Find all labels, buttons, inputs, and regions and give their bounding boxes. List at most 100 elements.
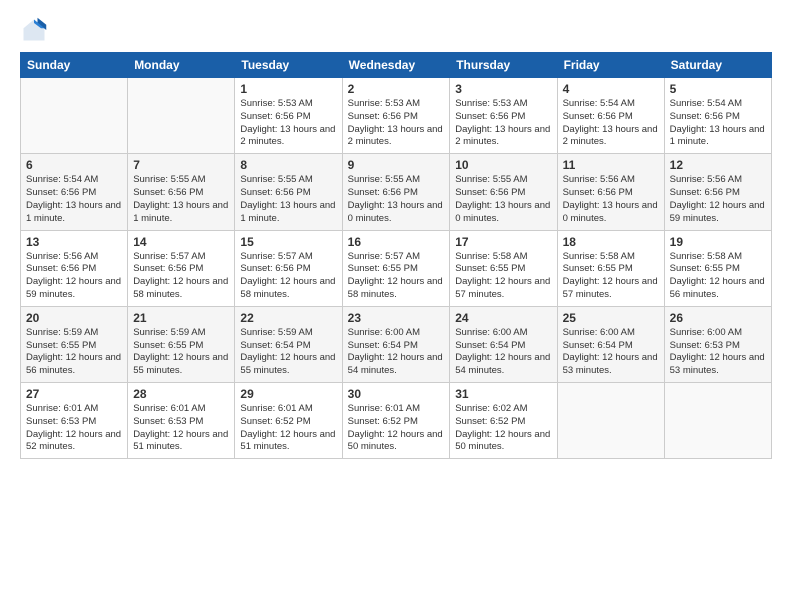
logo bbox=[20, 16, 52, 44]
day-info: Sunrise: 5:55 AMSunset: 6:56 PMDaylight:… bbox=[240, 174, 336, 225]
calendar-day-cell: 23Sunrise: 6:00 AMSunset: 6:54 PMDayligh… bbox=[342, 306, 450, 382]
calendar-day-cell: 19Sunrise: 5:58 AMSunset: 6:55 PMDayligh… bbox=[664, 230, 771, 306]
day-number: 16 bbox=[348, 235, 445, 249]
weekday-header: Wednesday bbox=[342, 53, 450, 78]
day-info: Sunrise: 5:54 AMSunset: 6:56 PMDaylight:… bbox=[26, 174, 122, 225]
calendar-day-cell: 6 Sunrise: 5:54 AMSunset: 6:56 PMDaylight… bbox=[21, 154, 128, 230]
day-number: 26 bbox=[670, 311, 766, 325]
day-info: Sunrise: 5:55 AMSunset: 6:56 PMDaylight:… bbox=[455, 174, 551, 225]
day-number: 21 bbox=[133, 311, 229, 325]
day-info: Sunrise: 6:01 AMSunset: 6:53 PMDaylight:… bbox=[133, 403, 229, 454]
day-info: Sunrise: 5:54 AMSunset: 6:56 PMDaylight:… bbox=[563, 98, 659, 149]
day-number: 29 bbox=[240, 387, 336, 401]
day-number: 10 bbox=[455, 158, 551, 172]
day-number: 13 bbox=[26, 235, 122, 249]
header bbox=[20, 16, 772, 44]
calendar-day-cell: 29 Sunrise: 6:01 AMSunset: 6:52 PMDayligh… bbox=[235, 383, 342, 459]
calendar-day-cell: 15 Sunrise: 5:57 AMSunset: 6:56 PMDayligh… bbox=[235, 230, 342, 306]
logo-icon bbox=[20, 16, 48, 44]
calendar-table: SundayMondayTuesdayWednesdayThursdayFrid… bbox=[20, 52, 772, 459]
day-number: 31 bbox=[455, 387, 551, 401]
calendar-day-cell: 5 Sunrise: 5:54 AMSunset: 6:56 PMDaylight… bbox=[664, 78, 771, 154]
weekday-header: Monday bbox=[128, 53, 235, 78]
calendar-day-cell: 25 Sunrise: 6:00 AMSunset: 6:54 PMDayligh… bbox=[557, 306, 664, 382]
calendar-week-row: 20Sunrise: 5:59 AMSunset: 6:55 PMDayligh… bbox=[21, 306, 772, 382]
day-number: 25 bbox=[563, 311, 659, 325]
calendar-day-cell: 10 Sunrise: 5:55 AMSunset: 6:56 PMDayligh… bbox=[450, 154, 557, 230]
calendar-week-row: 6 Sunrise: 5:54 AMSunset: 6:56 PMDaylight… bbox=[21, 154, 772, 230]
day-number: 6 bbox=[26, 158, 122, 172]
day-info: Sunrise: 6:01 AMSunset: 6:52 PMDaylight:… bbox=[348, 403, 445, 454]
calendar-day-cell: 1 Sunrise: 5:53 AMSunset: 6:56 PMDaylight… bbox=[235, 78, 342, 154]
calendar-day-cell: 27 Sunrise: 6:01 AMSunset: 6:53 PMDayligh… bbox=[21, 383, 128, 459]
day-info: Sunrise: 5:58 AMSunset: 6:55 PMDaylight:… bbox=[670, 251, 766, 302]
day-number: 2 bbox=[348, 82, 445, 96]
day-number: 3 bbox=[455, 82, 551, 96]
calendar-day-cell: 30 Sunrise: 6:01 AMSunset: 6:52 PMDayligh… bbox=[342, 383, 450, 459]
day-number: 22 bbox=[240, 311, 336, 325]
calendar-day-cell: 16 Sunrise: 5:57 AMSunset: 6:55 PMDayligh… bbox=[342, 230, 450, 306]
calendar-day-cell: 11 Sunrise: 5:56 AMSunset: 6:56 PMDayligh… bbox=[557, 154, 664, 230]
day-number: 18 bbox=[563, 235, 659, 249]
calendar-day-cell bbox=[664, 383, 771, 459]
calendar-day-cell: 8 Sunrise: 5:55 AMSunset: 6:56 PMDaylight… bbox=[235, 154, 342, 230]
calendar-day-cell: 26 Sunrise: 6:00 AMSunset: 6:53 PMDayligh… bbox=[664, 306, 771, 382]
day-info: Sunrise: 5:57 AMSunset: 6:56 PMDaylight:… bbox=[240, 251, 336, 302]
calendar-day-cell: 4 Sunrise: 5:54 AMSunset: 6:56 PMDaylight… bbox=[557, 78, 664, 154]
day-info: Sunrise: 5:57 AMSunset: 6:56 PMDaylight:… bbox=[133, 251, 229, 302]
weekday-header: Friday bbox=[557, 53, 664, 78]
day-info: Sunrise: 6:00 AMSunset: 6:54 PMDaylight:… bbox=[455, 327, 551, 378]
day-info: Sunrise: 5:54 AMSunset: 6:56 PMDaylight:… bbox=[670, 98, 766, 149]
day-number: 1 bbox=[240, 82, 336, 96]
calendar-day-cell: 17 Sunrise: 5:58 AMSunset: 6:55 PMDayligh… bbox=[450, 230, 557, 306]
weekday-header: Thursday bbox=[450, 53, 557, 78]
calendar-day-cell: 7 Sunrise: 5:55 AMSunset: 6:56 PMDaylight… bbox=[128, 154, 235, 230]
day-info: Sunrise: 5:55 AMSunset: 6:56 PMDaylight:… bbox=[133, 174, 229, 225]
calendar-day-cell: 20Sunrise: 5:59 AMSunset: 6:55 PMDayligh… bbox=[21, 306, 128, 382]
page: SundayMondayTuesdayWednesdayThursdayFrid… bbox=[0, 0, 792, 612]
calendar-week-row: 13 Sunrise: 5:56 AMSunset: 6:56 PMDayligh… bbox=[21, 230, 772, 306]
calendar-day-cell: 3 Sunrise: 5:53 AMSunset: 6:56 PMDaylight… bbox=[450, 78, 557, 154]
calendar-day-cell bbox=[128, 78, 235, 154]
day-info: Sunrise: 5:57 AMSunset: 6:55 PMDaylight:… bbox=[348, 251, 445, 302]
calendar-week-row: 1 Sunrise: 5:53 AMSunset: 6:56 PMDaylight… bbox=[21, 78, 772, 154]
day-number: 5 bbox=[670, 82, 766, 96]
day-number: 12 bbox=[670, 158, 766, 172]
day-info: Sunrise: 5:56 AMSunset: 6:56 PMDaylight:… bbox=[563, 174, 659, 225]
calendar-week-row: 27 Sunrise: 6:01 AMSunset: 6:53 PMDayligh… bbox=[21, 383, 772, 459]
weekday-header-row: SundayMondayTuesdayWednesdayThursdayFrid… bbox=[21, 53, 772, 78]
day-number: 7 bbox=[133, 158, 229, 172]
day-info: Sunrise: 5:59 AMSunset: 6:55 PMDaylight:… bbox=[133, 327, 229, 378]
day-number: 30 bbox=[348, 387, 445, 401]
day-number: 11 bbox=[563, 158, 659, 172]
day-info: Sunrise: 5:53 AMSunset: 6:56 PMDaylight:… bbox=[348, 98, 445, 149]
day-info: Sunrise: 6:01 AMSunset: 6:52 PMDaylight:… bbox=[240, 403, 336, 454]
calendar-day-cell: 2 Sunrise: 5:53 AMSunset: 6:56 PMDaylight… bbox=[342, 78, 450, 154]
day-info: Sunrise: 5:58 AMSunset: 6:55 PMDaylight:… bbox=[563, 251, 659, 302]
day-info: Sunrise: 6:00 AMSunset: 6:54 PMDaylight:… bbox=[563, 327, 659, 378]
calendar-day-cell: 24Sunrise: 6:00 AMSunset: 6:54 PMDayligh… bbox=[450, 306, 557, 382]
day-info: Sunrise: 5:59 AMSunset: 6:55 PMDaylight:… bbox=[26, 327, 122, 378]
weekday-header: Tuesday bbox=[235, 53, 342, 78]
day-number: 9 bbox=[348, 158, 445, 172]
day-info: Sunrise: 6:00 AMSunset: 6:53 PMDaylight:… bbox=[670, 327, 766, 378]
day-info: Sunrise: 6:01 AMSunset: 6:53 PMDaylight:… bbox=[26, 403, 122, 454]
day-info: Sunrise: 5:53 AMSunset: 6:56 PMDaylight:… bbox=[455, 98, 551, 149]
calendar-day-cell: 14 Sunrise: 5:57 AMSunset: 6:56 PMDayligh… bbox=[128, 230, 235, 306]
day-info: Sunrise: 5:58 AMSunset: 6:55 PMDaylight:… bbox=[455, 251, 551, 302]
day-number: 14 bbox=[133, 235, 229, 249]
day-number: 17 bbox=[455, 235, 551, 249]
calendar-day-cell: 31Sunrise: 6:02 AMSunset: 6:52 PMDayligh… bbox=[450, 383, 557, 459]
calendar-day-cell bbox=[557, 383, 664, 459]
day-number: 15 bbox=[240, 235, 336, 249]
weekday-header: Saturday bbox=[664, 53, 771, 78]
day-number: 4 bbox=[563, 82, 659, 96]
calendar-day-cell: 21 Sunrise: 5:59 AMSunset: 6:55 PMDayligh… bbox=[128, 306, 235, 382]
day-number: 8 bbox=[240, 158, 336, 172]
day-info: Sunrise: 5:56 AMSunset: 6:56 PMDaylight:… bbox=[26, 251, 122, 302]
calendar-day-cell bbox=[21, 78, 128, 154]
calendar-day-cell: 28Sunrise: 6:01 AMSunset: 6:53 PMDayligh… bbox=[128, 383, 235, 459]
day-number: 27 bbox=[26, 387, 122, 401]
day-info: Sunrise: 6:00 AMSunset: 6:54 PMDaylight:… bbox=[348, 327, 445, 378]
day-info: Sunrise: 5:53 AMSunset: 6:56 PMDaylight:… bbox=[240, 98, 336, 149]
